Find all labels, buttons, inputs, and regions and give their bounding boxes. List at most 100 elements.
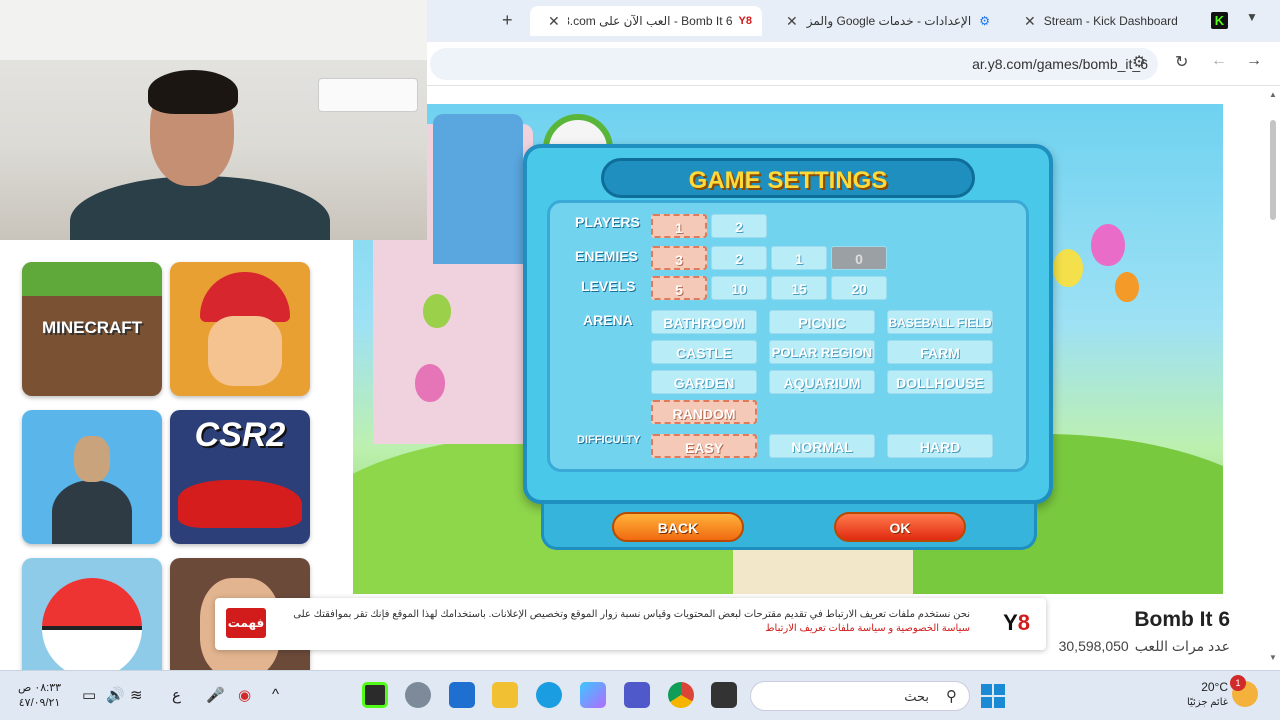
arena-option-dollhouse[interactable]: DOLLHOUSE <box>887 370 993 394</box>
game-tile-getting-over-it[interactable] <box>22 410 162 544</box>
scroll-up-icon[interactable]: ▲ <box>1269 90 1277 99</box>
edge-browser-icon[interactable] <box>536 682 562 708</box>
tab-kick-dashboard[interactable]: ✕ Stream - Kick Dashboard <box>1006 6 1196 36</box>
arena-option-aquarium[interactable]: AQUARIUM <box>769 370 875 394</box>
search-placeholder: بحث <box>904 689 929 704</box>
cookie-text: نحن نستخدم ملفات تعريف الارتباط في تقديم… <box>290 608 970 636</box>
webcam-overlay <box>0 0 427 240</box>
arena-option-castle[interactable]: CASTLE <box>651 340 757 364</box>
cookie-message: نحن نستخدم ملفات تعريف الارتباط في تقديم… <box>293 609 970 620</box>
enemies-option-0[interactable]: 0 <box>831 246 887 270</box>
enemies-label: ENEMIES <box>575 248 639 264</box>
difficulty-option-easy[interactable]: EASY <box>651 434 757 458</box>
levels-option-10[interactable]: 10 <box>711 276 767 300</box>
arena-option-random[interactable]: RANDOM <box>651 400 757 424</box>
back-arrow-icon[interactable]: ← <box>1211 52 1227 70</box>
players-option-2[interactable]: 2 <box>711 214 767 238</box>
file-explorer-icon[interactable] <box>492 682 518 708</box>
arena-option-polar-region[interactable]: POLAR REGION <box>769 340 875 364</box>
enemies-option-1[interactable]: 1 <box>771 246 827 270</box>
tab-title: الإعدادات - خدمات Google والمز <box>806 14 972 28</box>
ok-button[interactable]: OK <box>834 512 966 542</box>
close-tab-icon[interactable]: ✕ <box>786 13 798 30</box>
panel-button-bar: BACK OK <box>541 504 1037 550</box>
clock[interactable]: ٠٨:٣٣ ص ٤٧/٠٩/٢١ <box>18 681 61 711</box>
scroll-down-icon[interactable]: ▼ <box>1269 653 1277 662</box>
levels-label: LEVELS <box>581 278 636 294</box>
tab-title: Bomb It 6 - العب الآن على Y8.com <box>568 14 733 28</box>
tab-google-settings[interactable]: ✕ الإعدادات - خدمات Google والمز ⚙ <box>768 6 1000 36</box>
balloon <box>1115 272 1139 302</box>
levels-option-5[interactable]: 5 <box>651 276 707 300</box>
tab-bomb-it[interactable]: ✕ Bomb It 6 - العب الآن على Y8.com Y8 <box>530 6 762 36</box>
taskbar-search[interactable]: بحث ⚲ <box>750 681 970 711</box>
microphone-icon[interactable]: 🎤 <box>206 686 225 704</box>
kick-extension-icon[interactable]: K <box>1211 12 1228 29</box>
weather-widget[interactable]: 20°C غائم جزئيًا <box>1180 679 1228 711</box>
levels-option-20[interactable]: 20 <box>831 276 887 300</box>
game-tile-csr2[interactable]: CSR2 <box>170 410 310 544</box>
reload-icon[interactable]: ↻ <box>1175 52 1188 72</box>
cookie-accept-button[interactable]: فهمت <box>226 608 266 638</box>
cam-ceiling <box>0 0 427 60</box>
y8-logo-icon: Y8 <box>1003 610 1030 635</box>
cookie-policy-links[interactable]: سياسة الخصوصية و سياسة ملفات تعريف الارت… <box>765 623 970 634</box>
obs-app-icon[interactable] <box>362 682 388 708</box>
players-label: PLAYERS <box>575 214 640 230</box>
chevron-up-icon[interactable]: ^ <box>272 686 279 703</box>
settings-inner <box>547 200 1029 472</box>
windows-start-icon[interactable] <box>981 684 1005 708</box>
pokeball-icon <box>42 578 142 670</box>
copilot-icon[interactable] <box>580 682 606 708</box>
wifi-icon[interactable]: ≋ <box>130 686 143 704</box>
players-option-1[interactable]: 1 <box>651 214 707 238</box>
game-tile-minecraft[interactable]: MINECRAFT <box>22 262 162 396</box>
forward-arrow-icon[interactable]: → <box>1246 52 1262 70</box>
levels-option-15[interactable]: 15 <box>771 276 827 300</box>
tile-label: CSR2 <box>194 416 286 454</box>
tile-label: MINECRAFT <box>41 318 143 337</box>
difficulty-option-normal[interactable]: NORMAL <box>769 434 875 458</box>
scroll-thumb[interactable] <box>1270 120 1276 220</box>
close-tab-icon[interactable]: ✕ <box>548 13 560 30</box>
cookie-banner: فهمت نحن نستخدم ملفات تعريف الارتباط في … <box>215 598 1046 650</box>
y8-favicon-icon: Y8 <box>738 15 752 27</box>
panel-title-bar: GAME SETTINGS <box>601 158 975 198</box>
battery-icon[interactable]: ▭ <box>82 686 96 704</box>
close-tab-icon[interactable]: ✕ <box>1024 13 1036 30</box>
language-indicator[interactable]: ع <box>172 686 181 704</box>
difficulty-option-hard[interactable]: HARD <box>887 434 993 458</box>
arena-option-baseball-field[interactable]: BASEBALL FIELD <box>887 310 993 334</box>
settings-app-icon[interactable] <box>405 682 431 708</box>
character-cap <box>200 272 290 322</box>
game-tile-pokemon[interactable] <box>22 558 162 670</box>
tab-title: Stream - Kick Dashboard <box>1043 14 1178 28</box>
arena-option-bathroom[interactable]: BATHROOM <box>651 310 757 334</box>
plays-label: عدد مرات اللعب <box>1134 638 1230 654</box>
new-tab-button[interactable]: + <box>502 10 513 31</box>
search-icon: ⚲ <box>946 688 957 705</box>
back-button[interactable]: BACK <box>612 512 744 542</box>
background-castle-tower <box>433 114 523 264</box>
page-scrollbar[interactable]: ▲ ▼ <box>1268 90 1278 662</box>
chrome-browser-icon[interactable] <box>668 682 694 708</box>
mail-app-icon[interactable] <box>449 682 475 708</box>
character-face <box>208 316 282 386</box>
game-name: Bomb It 6 <box>1134 608 1230 631</box>
volume-icon[interactable]: 🔊 <box>106 686 125 704</box>
teams-app-icon[interactable] <box>624 682 650 708</box>
enemies-option-2[interactable]: 2 <box>711 246 767 270</box>
game-tile-subway-surfers[interactable] <box>170 262 310 396</box>
arena-option-picnic[interactable]: PICNIC <box>769 310 875 334</box>
site-settings-icon[interactable]: ⚙ <box>1132 52 1146 72</box>
url-text[interactable]: ar.y8.com/games/bomb_it_6 <box>972 56 1148 72</box>
terminal-app-icon[interactable] <box>711 682 737 708</box>
enemies-option-3[interactable]: 3 <box>651 246 707 270</box>
recording-icon[interactable]: ◉ <box>238 686 251 704</box>
game-canvas[interactable]: GAME SETTINGS PLAYERS ENEMIES LEVELS ARE… <box>353 104 1223 594</box>
red-car <box>178 480 302 528</box>
chevron-down-icon[interactable]: ▼ <box>1246 10 1258 24</box>
plays-value: 30,598,050 <box>1058 638 1129 654</box>
arena-option-farm[interactable]: FARM <box>887 340 993 364</box>
arena-option-garden[interactable]: GARDEN <box>651 370 757 394</box>
